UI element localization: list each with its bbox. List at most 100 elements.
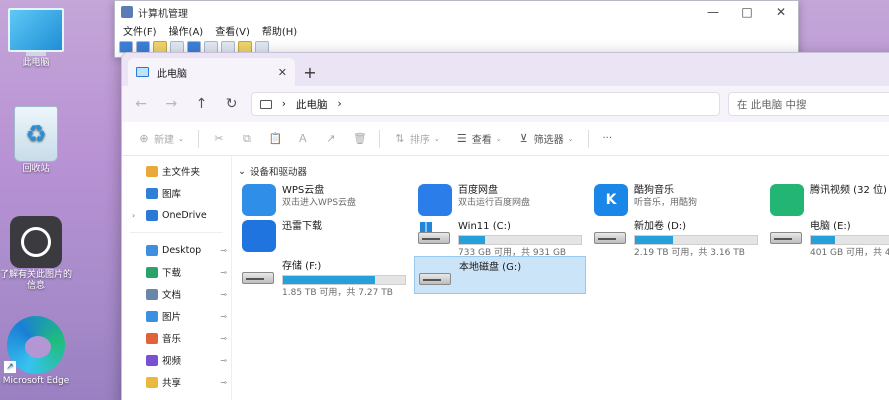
tab-label: 此电脑 (157, 68, 187, 80)
forward-button[interactable]: → (160, 96, 182, 112)
breadcrumb-separator[interactable]: › (282, 98, 286, 110)
desktop-this-pc[interactable]: 此电脑 (0, 8, 72, 69)
pin-icon[interactable]: ⊸ (220, 378, 227, 387)
close-tab-icon[interactable]: ✕ (278, 66, 287, 79)
gallery-icon (146, 187, 158, 199)
cut-icon: ✂ (214, 131, 224, 145)
command-label: 排序 (409, 135, 430, 146)
minimize-button[interactable]: — (696, 5, 730, 19)
rename-icon: Ａ (297, 131, 309, 145)
chevron-down-icon: ⌄ (495, 134, 502, 143)
rename-button[interactable]: Ａ (291, 127, 315, 151)
chevron-down-icon: ⌄ (433, 134, 440, 143)
new-button[interactable]: ⊕ 新建 ⌄ (132, 127, 190, 151)
drive-usage-bar (634, 235, 758, 245)
chevron-right-icon[interactable]: › (132, 211, 142, 220)
drive-tile[interactable]: 存储 (F:) 1.85 TB 可用，共 7.27 TB (238, 256, 410, 298)
more-button[interactable]: ··· (597, 127, 619, 151)
pin-icon[interactable]: ⊸ (220, 312, 227, 321)
refresh-button[interactable]: ↻ (221, 96, 243, 112)
computer-management-window[interactable]: 计算机管理 — □ ✕ 文件(F) 操作(A) 查看(V) 帮助(H) (114, 0, 799, 58)
pictures-folder-icon (146, 310, 158, 322)
command-bar: ⊕ 新建 ⌄ ✂ ⧉ 📋 Ａ ↗ 🗑 ⇅ 排序 ⌄ ☰ 查看 ⌄ ⊻ 筛选器 ⌄ ··· (122, 122, 889, 156)
menu-file[interactable]: 文件(F) (123, 23, 157, 38)
sidebar-item-documents[interactable]: 文档 ⊸ (122, 283, 231, 305)
share-button[interactable]: ↗ (319, 127, 343, 151)
menu-view[interactable]: 查看(V) (215, 23, 250, 38)
drive-name: Win11 (C:) (458, 221, 511, 232)
pin-icon[interactable]: ⊸ (220, 356, 227, 365)
app-name: 酷狗音乐 (634, 185, 674, 196)
command-label: ··· (602, 133, 613, 144)
cut-button[interactable]: ✂ (207, 127, 231, 151)
search-input[interactable]: 在 此电脑 中搜 (727, 92, 889, 116)
menu-action[interactable]: 操作(A) (169, 23, 204, 38)
sort-icon: ⇅ (395, 131, 405, 145)
app-tile[interactable]: K 酷狗音乐 听音乐，用酷狗 (590, 180, 762, 220)
toolbar-separator (587, 129, 589, 148)
navigation-pane: 主文件夹 图库 › OneDrive Desktop ⊸ 下载 ⊸ 文档 ⊸ 图片 ⊸ 音乐 ⊸ 视频 ⊸ 共享… (122, 156, 232, 400)
drive-name: 电脑 (E:) (810, 221, 851, 232)
sidebar-item-music[interactable]: 音乐 ⊸ (122, 327, 231, 349)
copy-button[interactable]: ⧉ (235, 127, 259, 151)
command-label: 新建 (154, 135, 174, 146)
pin-icon[interactable]: ⊸ (220, 246, 227, 255)
share-icon: ↗ (326, 131, 336, 145)
up-button[interactable]: ↑ (190, 96, 212, 112)
drive-tile[interactable]: 新加卷 (D:) 2.19 TB 可用，共 3.16 TB (590, 216, 762, 258)
file-explorer-window[interactable]: 此电脑 ✕ + ← → ↑ ↻ › 此电脑 › 在 此电脑 中搜 ⊕ 新建 ⌄ ✂ ⧉ 📋… (121, 52, 889, 400)
drive-tile[interactable]: 电脑 (E:) 401 GB 可用，共 48 (766, 216, 889, 258)
sidebar-item-onedrive[interactable]: › OneDrive (122, 204, 231, 226)
desktop-recycle-bin[interactable]: ♻ 回收站 (0, 106, 72, 175)
delete-button[interactable]: 🗑 (347, 127, 371, 151)
group-header-devices[interactable]: ⌄ 设备和驱动器 (232, 162, 889, 180)
breadcrumb-separator[interactable]: › (337, 98, 341, 110)
command-label: 查看 (471, 135, 492, 146)
tencent-video-icon (770, 184, 804, 216)
app-tile[interactable]: 百度网盘 双击运行百度网盘 (414, 180, 586, 220)
devices-grid: WPS云盘 双击进入WPS云盘 百度网盘 双击运行百度网盘 K 酷狗音乐 听音乐，用酷狗 腾讯… (232, 180, 889, 400)
app-tile[interactable]: 腾讯视频 (32 位) (766, 180, 889, 220)
drive-tile[interactable]: 本地磁盘 (G:) (414, 256, 586, 294)
sidebar-item-pictures[interactable]: 图片 ⊸ (122, 305, 231, 327)
sidebar-item-gallery[interactable]: 图库 (122, 182, 231, 204)
sidebar-item-videos[interactable]: 视频 ⊸ (122, 349, 231, 371)
back-button[interactable]: ← (130, 96, 152, 112)
breadcrumb-this-pc[interactable]: 此电脑 (296, 97, 328, 112)
content-area: ⌄ 设备和驱动器 WPS云盘 双击进入WPS云盘 百度网盘 双击运行百度网盘 K 酷狗音乐… (232, 156, 889, 400)
divider (130, 232, 223, 233)
sidebar-item-home[interactable]: 主文件夹 (122, 160, 231, 182)
close-button[interactable]: ✕ (764, 5, 798, 19)
monitor-icon (8, 8, 64, 52)
titlebar[interactable]: 计算机管理 — □ ✕ (115, 1, 798, 23)
desktop-edge[interactable]: ↗ Microsoft Edge (0, 316, 72, 387)
menu-help[interactable]: 帮助(H) (262, 23, 297, 38)
address-bar[interactable]: › 此电脑 › (250, 92, 720, 116)
sort-button[interactable]: ⇅ 排序 ⌄ (388, 127, 446, 151)
pin-icon[interactable]: ⊸ (220, 268, 227, 277)
drive-tile[interactable]: Win11 (C:) 733 GB 可用，共 931 GB (414, 216, 586, 258)
app-tile[interactable]: WPS云盘 双击进入WPS云盘 (238, 180, 410, 220)
sidebar-item-label: 视频 (162, 356, 182, 367)
maximize-button[interactable]: □ (730, 5, 764, 19)
tab-this-pc[interactable]: 此电脑 ✕ (128, 58, 295, 86)
drive-icon (419, 267, 453, 289)
desktop-icon-label: Microsoft Edge (2, 376, 70, 386)
baidu-netdisk-icon (418, 184, 452, 216)
sidebar-item-downloads[interactable]: 下载 ⊸ (122, 261, 231, 283)
app-description: 听音乐，用酷狗 (634, 198, 698, 208)
menubar: 文件(F) 操作(A) 查看(V) 帮助(H) (115, 23, 798, 38)
new-tab-button[interactable]: + (295, 58, 325, 86)
app-tile[interactable]: 迅雷下载 (238, 216, 410, 256)
sidebar-item-desktop[interactable]: Desktop ⊸ (122, 239, 231, 261)
view-button[interactable]: ☰ 查看 ⌄ (450, 127, 508, 151)
paste-button[interactable]: 📋 (263, 127, 287, 151)
sidebar-item-shared[interactable]: 共享 ⊸ (122, 371, 231, 393)
pin-icon[interactable]: ⊸ (220, 334, 227, 343)
drive-usage-fill (635, 236, 673, 244)
copy-icon: ⧉ (242, 131, 251, 145)
app-description: 双击进入WPS云盘 (282, 198, 357, 208)
filter-button[interactable]: ⊻ 筛选器 ⌄ (512, 127, 580, 151)
pin-icon[interactable]: ⊸ (220, 290, 227, 299)
desktop-spotlight[interactable]: 了解有关此图片的信息 (0, 216, 72, 292)
